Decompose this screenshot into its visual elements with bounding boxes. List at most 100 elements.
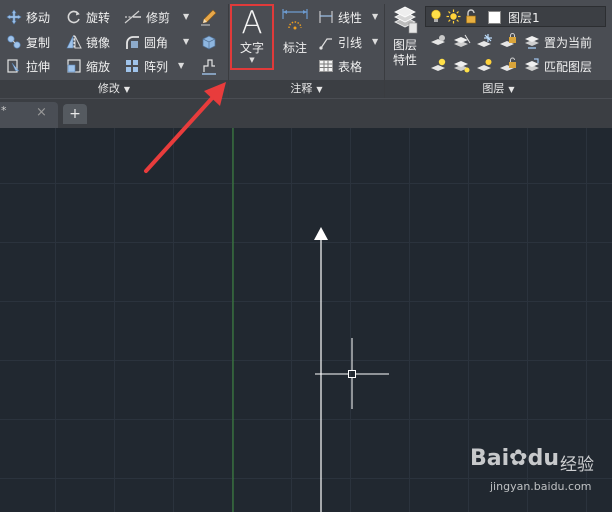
- linear-label: 线性: [338, 10, 363, 25]
- stretch-button[interactable]: 拉伸: [6, 57, 50, 75]
- move-button[interactable]: 移动: [6, 8, 50, 26]
- layer-color-swatch: [488, 11, 501, 24]
- array-dropdown-arrow[interactable]: ▼: [178, 61, 184, 70]
- rotate-button[interactable]: 旋转: [66, 8, 110, 26]
- layer-unlock-button[interactable]: [499, 57, 517, 75]
- layer-properties-label-1: 图层: [392, 38, 417, 52]
- leader-icon: [319, 38, 332, 50]
- fillet-button[interactable]: 圆角: [124, 33, 168, 51]
- layer-off-button[interactable]: [430, 33, 448, 51]
- layers-panel-title[interactable]: 图层 ▼: [385, 80, 612, 98]
- set-current-label: 置为当前: [544, 35, 593, 50]
- leader-button[interactable]: 引线: [318, 33, 362, 51]
- layer-properties-button[interactable]: 图层 特性: [387, 6, 423, 76]
- freeze-icon: [477, 34, 492, 47]
- current-layer-name: 图层1: [508, 11, 540, 25]
- layer-on-button[interactable]: [430, 57, 448, 75]
- offset-button[interactable]: [200, 57, 218, 75]
- new-tab-button[interactable]: +: [63, 104, 87, 124]
- layer-thaw-button[interactable]: [476, 57, 494, 75]
- layer-lock-button[interactable]: [499, 33, 517, 51]
- set-current-button[interactable]: 置为当前: [524, 33, 592, 51]
- panel-expand-icon: ▼: [123, 85, 131, 94]
- fillet-dropdown-arrow[interactable]: ▼: [183, 37, 189, 46]
- rotate-label: 旋转: [86, 10, 111, 25]
- move-label: 移动: [26, 10, 51, 25]
- fillet-label: 圆角: [144, 35, 169, 50]
- fillet-icon: [126, 36, 139, 49]
- array-button[interactable]: 阵列: [124, 57, 168, 75]
- panel-expand-icon: ▼: [316, 85, 323, 94]
- text-label: 文字: [239, 41, 264, 55]
- copy-label: 复制: [26, 35, 51, 50]
- drawing-tab[interactable]: * ×: [0, 102, 58, 128]
- annotation-panel-title[interactable]: 注释 ▼: [229, 80, 384, 98]
- experience-label: 经验: [560, 455, 594, 475]
- plus-icon: +: [69, 106, 81, 122]
- paw-icon: ✿: [509, 446, 528, 471]
- array-icon: [126, 60, 138, 72]
- dimension-label: 标注: [282, 41, 307, 55]
- modify-panel-title[interactable]: 修改 ▼: [0, 80, 228, 98]
- layer-unisolate-icon: [454, 61, 470, 73]
- unlock-icon: [466, 9, 476, 24]
- file-tab-bar: * × +: [0, 99, 612, 128]
- table-button[interactable]: 表格: [318, 57, 362, 75]
- layer-off-icon: [431, 35, 445, 45]
- stretch-icon: [7, 59, 20, 73]
- dimension-icon: [282, 9, 308, 30]
- trim-button[interactable]: 修剪: [124, 8, 170, 26]
- thaw-icon: [477, 59, 492, 71]
- layer-freeze-button[interactable]: [476, 33, 494, 51]
- copy-button[interactable]: 复制: [6, 33, 50, 51]
- explode-button[interactable]: [200, 33, 218, 51]
- set-current-icon: [525, 36, 539, 49]
- layer-isolate-button[interactable]: [453, 33, 471, 51]
- rotate-icon: [67, 10, 80, 24]
- layer-unlock-icon: [500, 57, 516, 71]
- cube-icon: [202, 35, 216, 50]
- pencil-icon: [201, 9, 217, 26]
- scale-button[interactable]: 缩放: [66, 57, 110, 75]
- leader-label: 引线: [338, 35, 363, 50]
- stretch-label: 拉伸: [26, 59, 51, 74]
- lightbulb-icon: [431, 9, 441, 22]
- layer-properties-label-2: 特性: [392, 53, 417, 67]
- trim-dropdown-arrow[interactable]: ▼: [183, 12, 189, 21]
- copy-icon: [7, 35, 21, 49]
- text-a-icon: A: [241, 5, 263, 41]
- array-label: 阵列: [144, 59, 169, 74]
- watermark-url: jingyan.baidu.com: [490, 480, 592, 493]
- text-button[interactable]: A 文字 ▼: [232, 6, 272, 68]
- linear-dropdown-arrow[interactable]: ▼: [372, 12, 378, 21]
- match-layer-label: 匹配图层: [544, 59, 593, 74]
- match-layer-button[interactable]: 匹配图层: [524, 57, 592, 75]
- crosshair-cursor: [315, 338, 389, 409]
- offset-icon: [202, 59, 216, 75]
- linear-button[interactable]: 线性: [318, 8, 362, 26]
- ribbon: 移动 旋转 修剪 ▼ 复制 镜像 圆角 ▼ 拉伸 缩放 阵列 ▼ 修改 ▼ A …: [0, 0, 612, 99]
- trim-label: 修剪: [146, 10, 171, 25]
- layer-unisolate-button[interactable]: [453, 57, 471, 75]
- sun-icon: [446, 9, 461, 24]
- baidu-watermark: Bai✿du 经验 jingyan.baidu.com: [466, 438, 612, 498]
- match-layer-icon: [525, 58, 539, 71]
- move-icon: [6, 9, 22, 25]
- table-icon: [319, 60, 333, 72]
- mirror-icon: [66, 35, 82, 49]
- trim-icon: [124, 10, 141, 24]
- leader-dropdown-arrow[interactable]: ▼: [372, 37, 378, 46]
- mirror-button[interactable]: 镜像: [66, 33, 110, 51]
- erase-button[interactable]: [200, 8, 218, 26]
- table-label: 表格: [338, 59, 363, 74]
- layer-stack-icon: [394, 6, 418, 34]
- scale-label: 缩放: [86, 59, 111, 74]
- linear-dimension-icon: [319, 11, 333, 23]
- layer-lock-icon: [500, 33, 516, 47]
- dimension-button[interactable]: 标注: [280, 6, 310, 64]
- layer-dropdown[interactable]: 图层1: [425, 6, 606, 27]
- text-dropdown-arrow: ▼: [249, 56, 255, 64]
- unsaved-marker: *: [1, 104, 7, 117]
- mirror-label: 镜像: [86, 35, 111, 50]
- close-tab-icon[interactable]: ×: [36, 105, 47, 120]
